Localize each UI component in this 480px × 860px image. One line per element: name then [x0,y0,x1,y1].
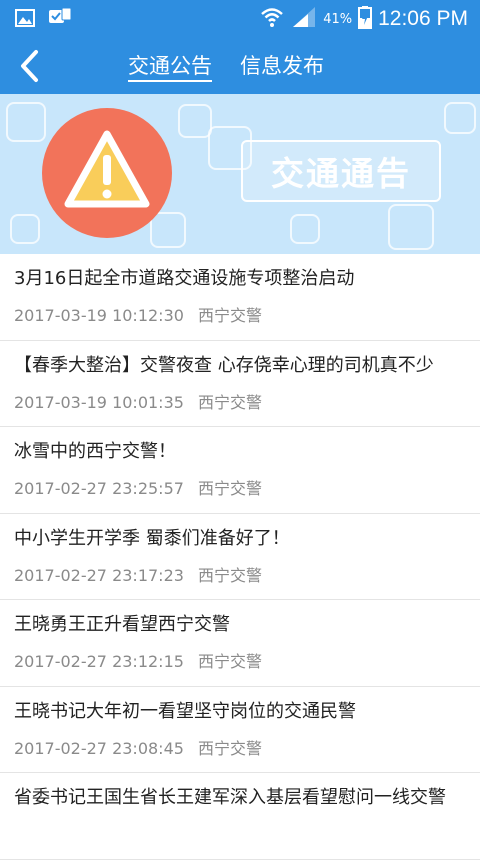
news-item[interactable]: 【春季大整治】交警夜查 心存侥幸心理的司机真不少 2017-03-19 10:0… [0,341,480,427]
chevron-left-icon [21,50,38,82]
news-time: 2017-03-19 10:12:30 [14,306,184,325]
news-item[interactable]: 冰雪中的西宁交警！ 2017-02-27 23:25:57 西宁交警 [0,427,480,514]
news-time: 2017-02-27 23:17:23 [14,565,184,585]
news-title: 王晓勇王正升看望西宁交警 [14,614,230,635]
news-list: 3月16日起全市道路交通设施专项整治启动 2017-03-19 10:12:30… [0,254,480,860]
news-title: 中小学生开学季 蜀黍们准备好了！ [14,527,290,549]
news-item[interactable]: 3月16日起全市道路交通设施专项整治启动 2017-03-19 10:12:30… [0,254,480,341]
gallery-icon [14,7,36,33]
warning-circle [42,108,172,238]
news-title: 冰雪中的西宁交警！ [14,441,176,462]
news-title: 【春季大整治】交警夜查 心存侥幸心理的司机真不少 [14,354,434,376]
news-time: 2017-02-27 23:08:45 [14,738,184,758]
banner-decor [6,102,46,142]
battery-percent: 41% [323,11,353,27]
banner[interactable]: 交通通告 [0,94,480,254]
news-item[interactable]: 王晓勇王正升看望西宁交警 2017-02-27 23:12:15 西宁交警 [0,600,480,687]
tab-info-release[interactable]: 信息发布 [240,36,324,94]
notice-label-box: 交通通告 [241,140,441,202]
news-item[interactable]: 中小学生开学季 蜀黍们准备好了！ 2017-02-27 23:17:23 西宁交警 [0,514,480,600]
app-header: 交通公告 信息发布 [0,36,480,94]
status-bar: 41% 12:06 PM [0,0,480,36]
banner-decor [444,102,476,134]
wifi-icon [259,6,285,32]
news-source: 西宁交警 [197,738,262,758]
banner-decor [290,214,320,244]
news-title: 王晓书记大年初一看望坚守岗位的交通民警 [14,700,356,722]
news-time: 2017-02-27 23:12:15 [14,652,184,671]
news-source: 西宁交警 [197,652,262,671]
back-button[interactable] [10,46,52,86]
banner-decor [178,104,212,138]
news-title: 3月16日起全市道路交通设施专项整治启动 [14,268,355,289]
banner-decor [10,214,40,244]
notice-label: 交通通告 [271,154,411,193]
news-item[interactable]: 王晓书记大年初一看望坚守岗位的交通民警 2017-02-27 23:08:45 西… [0,687,480,773]
news-source: 西宁交警 [197,392,262,412]
news-time: 2017-02-27 23:25:57 [14,479,184,498]
news-title: 省委书记王国生省长王建军深入基层看望慰问一线交警 [14,787,446,808]
news-item[interactable]: 省委书记王国生省长王建军深入基层看望慰问一线交警 [0,773,480,860]
tab-bar: 交通公告 信息发布 [128,36,324,94]
battery-icon [358,5,373,33]
news-source: 西宁交警 [197,565,262,585]
signal-icon [291,6,317,32]
status-time: 12:06 PM [378,7,468,30]
warning-icon [64,130,150,208]
tab-traffic-notice[interactable]: 交通公告 [128,36,212,94]
news-time: 2017-03-19 10:01:35 [14,392,184,412]
news-source: 西宁交警 [197,306,262,325]
check-notify-icon [48,7,72,33]
banner-decor [388,204,434,250]
news-source: 西宁交警 [197,479,262,498]
